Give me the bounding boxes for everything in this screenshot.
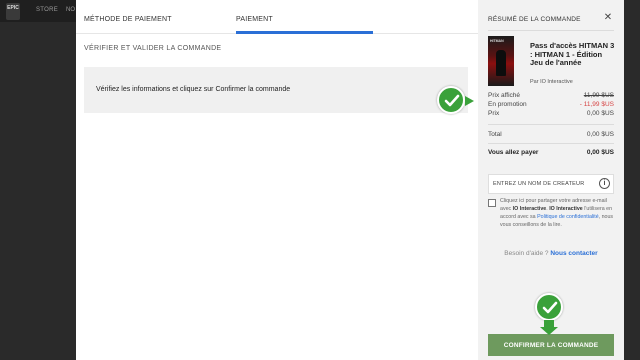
check-icon (542, 301, 558, 314)
info-message: Vérifiez les informations et cliquez sur… (96, 86, 291, 93)
line-price: Prix 0,00 $US (488, 110, 614, 119)
close-icon[interactable]: ✕ (602, 12, 614, 24)
nav-partial-link[interactable]: NO (66, 7, 75, 13)
creator-code-box: i (488, 174, 614, 194)
cover-figure (496, 50, 506, 76)
line-promo: En promotion - 11,99 $US (488, 101, 614, 110)
product-publisher: Par IO Interactive (530, 79, 573, 85)
tab-payment-method[interactable]: MÉTHODE DE PAIEMENT (84, 16, 172, 23)
contact-us-link[interactable]: Nous contacter (550, 250, 597, 257)
info-message-box: Vérifiez les informations et cliquez sur… (84, 67, 468, 113)
green-check-marker-icon (437, 86, 465, 114)
you-pay-label: Vous allez payer (488, 149, 539, 156)
list-price-value: 11,99 $US (583, 92, 614, 99)
you-pay-value: 0,00 $US (586, 149, 614, 156)
checkout-panel: MÉTHODE DE PAIEMENT PAIEMENT VÉRIFIER ET… (76, 0, 478, 360)
tab-payment[interactable]: PAIEMENT (236, 16, 273, 23)
line-list-price: Prix affiché 11,99 $US (488, 92, 614, 101)
window-edge (624, 0, 640, 360)
divider (488, 143, 614, 144)
share-email-text: Cliquez ici pour partager votre adresse … (500, 198, 614, 228)
marker-arrow-right (465, 96, 474, 106)
info-icon[interactable]: i (599, 178, 610, 189)
creator-name-input[interactable] (493, 177, 597, 191)
share-email-checkbox[interactable] (488, 199, 496, 207)
help-text: Besoin d'aide ? (504, 250, 549, 257)
total-value: 0,00 $US (586, 131, 614, 138)
divider (488, 30, 614, 31)
privacy-policy-link[interactable]: Politique de confidentialité (537, 214, 599, 220)
product-cover-image: HITMAN (488, 36, 514, 86)
checkout-tabs: MÉTHODE DE PAIEMENT PAIEMENT (76, 0, 478, 34)
help-line: Besoin d'aide ? Nous contacter (488, 250, 614, 257)
promo-value: - 11,99 $US (579, 101, 614, 108)
marker-arrow-down (540, 327, 558, 335)
promo-label: En promotion (488, 101, 527, 108)
confirm-order-button[interactable]: CONFIRMER LA COMMANDE (488, 334, 614, 356)
line-you-pay: Vous allez payer 0,00 $US (488, 149, 614, 158)
section-title: VÉRIFIER ET VALIDER LA COMMANDE (84, 45, 222, 52)
epic-logo[interactable]: EPIC (6, 3, 20, 20)
product-name: Pass d'accès HITMAN 3 : HITMAN 1 - Éditi… (530, 41, 615, 67)
price-label: Prix (488, 110, 500, 117)
check-icon (444, 94, 460, 107)
price-value: 0,00 $US (586, 110, 614, 117)
divider (488, 124, 614, 125)
cover-label: HITMAN (490, 39, 504, 43)
list-price-label: Prix affiché (488, 92, 521, 99)
green-check-marker-icon (535, 293, 563, 321)
total-label: Total (488, 131, 502, 138)
active-tab-indicator (236, 31, 373, 34)
line-total: Total 0,00 $US (488, 131, 614, 140)
summary-title: RÉSUMÉ DE LA COMMANDE (488, 16, 581, 23)
nav-store-link[interactable]: STORE (36, 7, 58, 13)
